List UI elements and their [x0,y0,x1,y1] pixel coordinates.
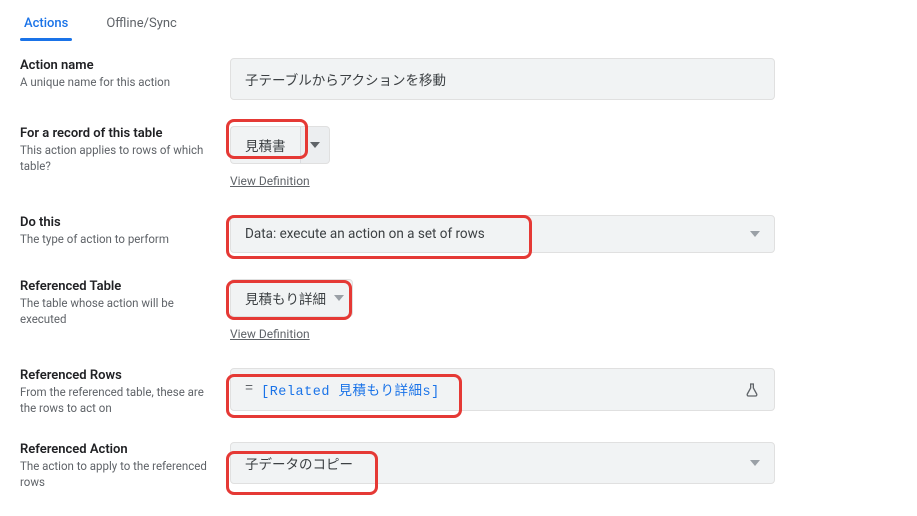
ref-action-desc: The action to apply to the referenced ro… [20,459,220,490]
action-name-input[interactable]: 子テーブルからアクションを移動 [230,58,775,100]
chevron-down-icon [334,295,344,301]
do-this-label: Do this [20,215,220,230]
do-this-select[interactable]: Data: execute an action on a set of rows [230,215,775,253]
ref-rows-desc: From the referenced table, these are the… [20,385,220,416]
row-referenced-table: Referenced Table The table whose action … [20,279,897,342]
row-referenced-action: Referenced Action The action to apply to… [20,442,897,490]
ref-table-select[interactable]: 見積もり詳細 [230,279,353,317]
ref-action-select[interactable]: 子データのコピー [230,442,775,484]
for-record-label: For a record of this table [20,126,220,141]
ref-table-desc: The table whose action will be executed [20,296,220,327]
chevron-down-icon [750,460,760,466]
tabs: Actions Offline/Sync [20,0,897,40]
action-name-label: Action name [20,58,220,73]
flask-icon-svg [744,382,760,398]
ref-table-view-definition-link[interactable]: View Definition [230,327,310,341]
do-this-desc: The type of action to perform [20,232,220,248]
row-referenced-rows: Referenced Rows From the referenced tabl… [20,368,897,416]
for-record-select[interactable]: 見積書 [230,126,300,164]
tab-offline-sync[interactable]: Offline/Sync [102,10,181,39]
ref-table-label: Referenced Table [20,279,220,294]
row-action-name: Action name A unique name for this actio… [20,58,897,100]
ref-rows-expression-input[interactable]: = [Related 見積もり詳細s] [230,368,775,411]
ref-rows-expression: [Related 見積もり詳細s] [261,379,744,400]
do-this-caret [750,231,760,237]
chevron-down-icon [750,231,760,237]
tab-actions[interactable]: Actions [20,10,72,39]
flask-icon[interactable] [744,382,760,398]
row-do-this: Do this The type of action to perform Da… [20,215,897,253]
row-for-record: For a record of this table This action a… [20,126,897,189]
action-name-desc: A unique name for this action [20,75,220,91]
chevron-down-icon [310,142,320,148]
ref-action-value: 子データのコピー [245,453,353,473]
for-record-desc: This action applies to rows of which tab… [20,143,220,174]
ref-table-value: 見積もり詳細 [245,288,326,308]
do-this-value: Data: execute an action on a set of rows [245,226,485,242]
ref-rows-label: Referenced Rows [20,368,220,383]
for-record-caret[interactable] [300,126,330,164]
equals-icon: = [245,382,253,397]
for-record-view-definition-link[interactable]: View Definition [230,174,310,188]
ref-action-label: Referenced Action [20,442,220,457]
ref-action-caret [750,460,760,466]
